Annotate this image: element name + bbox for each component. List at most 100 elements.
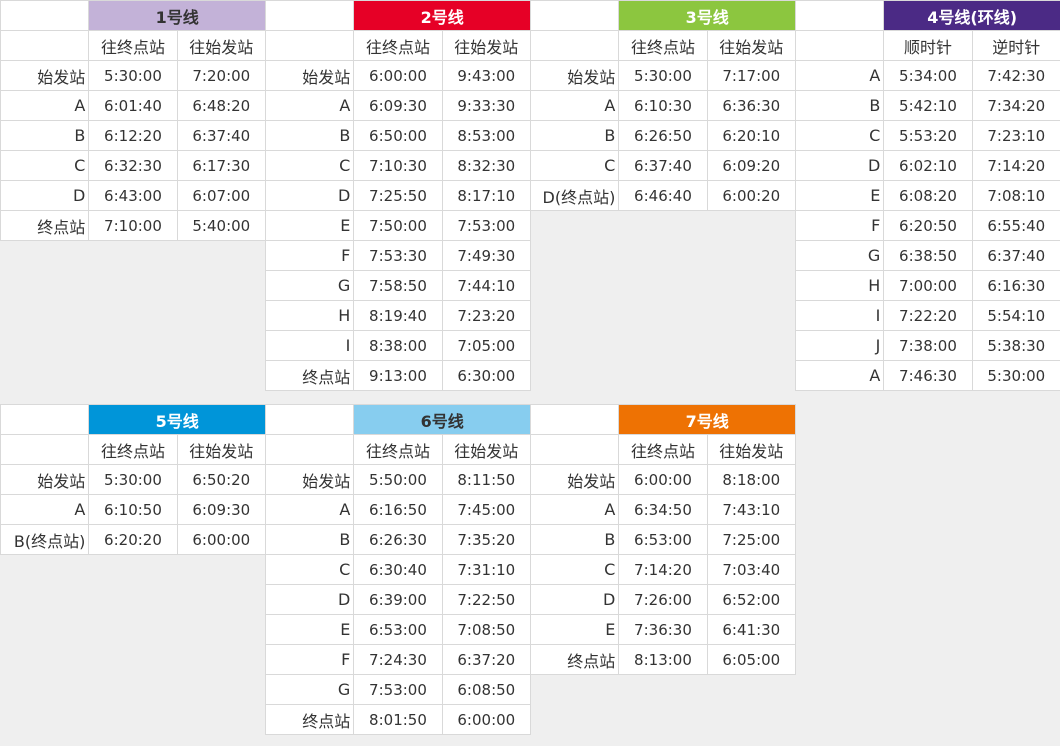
table-row: E 7:50:00 7:53:00 xyxy=(264,210,532,241)
departure-time: 7:58:50 xyxy=(353,270,443,301)
table-row: E 6:08:20 7:08:10 xyxy=(794,180,1060,211)
departure-time: 7:23:20 xyxy=(441,300,532,331)
table-row: E 6:53:00 7:08:50 xyxy=(264,614,532,645)
departure-time: 5:50:00 xyxy=(353,464,443,495)
direction-header: 往始发站 xyxy=(441,30,532,61)
departure-time: 6:12:20 xyxy=(88,120,178,151)
line-table-4: 4号线(环线) 顺时针 逆时针 A 5:34:00 7:42:30 B 5:42:10 7:34… xyxy=(794,0,1060,391)
station-name: A xyxy=(264,494,355,525)
table-row: G 6:38:50 6:37:40 xyxy=(794,240,1060,271)
table-row: D 6:43:00 6:07:00 xyxy=(0,180,267,211)
departure-time: 6:37:40 xyxy=(176,120,267,151)
departure-time: 6:37:40 xyxy=(971,240,1060,271)
station-name: J xyxy=(794,330,885,361)
departure-time: 7:05:00 xyxy=(441,330,532,361)
departure-time: 7:36:30 xyxy=(618,614,708,645)
table-row: 始发站 5:50:00 8:11:50 xyxy=(264,464,532,495)
departure-time: 9:33:30 xyxy=(441,90,532,121)
departure-time: 7:31:10 xyxy=(441,554,532,585)
departure-time: 6:00:00 xyxy=(441,704,532,735)
direction-header: 往始发站 xyxy=(706,434,797,465)
departure-time: 6:50:00 xyxy=(353,120,443,151)
corner-cell xyxy=(529,0,620,31)
corner-cell xyxy=(529,404,620,435)
departure-time: 8:32:30 xyxy=(441,150,532,181)
departure-time: 6:30:40 xyxy=(353,554,443,585)
departure-time: 6:07:00 xyxy=(176,180,267,211)
departure-time: 8:38:00 xyxy=(353,330,443,361)
table-row: C 7:14:20 7:03:40 xyxy=(529,554,797,585)
station-name: B xyxy=(264,120,355,151)
departure-time: 6:32:30 xyxy=(88,150,178,181)
departure-time: 6:37:40 xyxy=(618,150,708,181)
departure-time: 7:22:20 xyxy=(883,300,973,331)
station-name: C xyxy=(529,150,620,181)
departure-time: 7:00:00 xyxy=(883,270,973,301)
table-row: B 6:50:00 8:53:00 xyxy=(264,120,532,151)
departure-time: 6:46:40 xyxy=(618,180,708,211)
departure-time: 6:34:50 xyxy=(618,494,708,525)
table-row: H 8:19:40 7:23:20 xyxy=(264,300,532,331)
departure-time: 7:10:30 xyxy=(353,150,443,181)
departure-time: 6:00:20 xyxy=(706,180,797,211)
table-row: C 6:37:40 6:09:20 xyxy=(529,150,797,181)
station-name: A xyxy=(0,90,90,121)
departure-time: 6:10:50 xyxy=(88,494,178,525)
station-name: E xyxy=(529,614,620,645)
departure-time: 5:42:10 xyxy=(883,90,973,121)
departure-time: 7:49:30 xyxy=(441,240,532,271)
station-name: E xyxy=(264,210,355,241)
departure-time: 6:41:30 xyxy=(706,614,797,645)
direction-header: 往终点站 xyxy=(353,434,443,465)
departure-time: 6:48:20 xyxy=(176,90,267,121)
station-name: F xyxy=(264,644,355,675)
table-row: 始发站 6:00:00 9:43:00 xyxy=(264,60,532,91)
departure-time: 7:34:20 xyxy=(971,90,1060,121)
station-name: C xyxy=(529,554,620,585)
departure-time: 6:00:00 xyxy=(353,60,443,91)
line-table-7: 7号线 往终点站 往始发站 始发站 6:00:00 8:18:00 A 6:34:50 7:43… xyxy=(529,404,797,675)
departure-time: 8:18:00 xyxy=(706,464,797,495)
header-corner-cell xyxy=(0,434,90,465)
table-row: 终点站 9:13:00 6:30:00 xyxy=(264,360,532,391)
station-name: C xyxy=(264,554,355,585)
station-name: H xyxy=(794,270,885,301)
direction-header: 顺时针 xyxy=(883,30,973,61)
station-name: 终点站 xyxy=(264,360,355,391)
departure-time: 7:25:50 xyxy=(353,180,443,211)
table-row: 终点站 8:13:00 6:05:00 xyxy=(529,644,797,675)
station-name: 始发站 xyxy=(529,464,620,495)
departure-time: 5:30:00 xyxy=(618,60,708,91)
departure-time: 8:53:00 xyxy=(441,120,532,151)
departure-time: 7:14:20 xyxy=(618,554,708,585)
departure-time: 7:17:00 xyxy=(706,60,797,91)
table-row: B 6:53:00 7:25:00 xyxy=(529,524,797,555)
table-row: 始发站 5:30:00 6:50:20 xyxy=(0,464,267,495)
table-row: B 6:26:50 6:20:10 xyxy=(529,120,797,151)
line-table-3: 3号线 往终点站 往始发站 始发站 5:30:00 7:17:00 A 6:10:30 6:36… xyxy=(529,0,797,211)
direction-header: 往始发站 xyxy=(176,434,267,465)
table-row: B 6:26:30 7:35:20 xyxy=(264,524,532,555)
table-row: I 7:22:20 5:54:10 xyxy=(794,300,1060,331)
departure-time: 6:08:50 xyxy=(441,674,532,705)
line-title: 7号线 xyxy=(618,404,796,435)
departure-time: 5:40:00 xyxy=(176,210,267,241)
line-title: 5号线 xyxy=(88,404,266,435)
table-row: 始发站 5:30:00 7:17:00 xyxy=(529,60,797,91)
direction-header: 往始发站 xyxy=(441,434,532,465)
departure-time: 7:35:20 xyxy=(441,524,532,555)
line-title: 2号线 xyxy=(353,0,531,31)
departure-time: 7:38:00 xyxy=(883,330,973,361)
departure-time: 6:05:00 xyxy=(706,644,797,675)
departure-time: 7:44:10 xyxy=(441,270,532,301)
header-corner-cell xyxy=(529,30,620,61)
departure-time: 6:53:00 xyxy=(353,614,443,645)
departure-time: 6:20:50 xyxy=(883,210,973,241)
station-name: C xyxy=(0,150,90,181)
departure-time: 6:01:40 xyxy=(88,90,178,121)
header-corner-cell xyxy=(264,30,355,61)
table-row: A 6:10:30 6:36:30 xyxy=(529,90,797,121)
table-row: F 6:20:50 6:55:40 xyxy=(794,210,1060,241)
departure-time: 7:24:30 xyxy=(353,644,443,675)
station-name: F xyxy=(264,240,355,271)
